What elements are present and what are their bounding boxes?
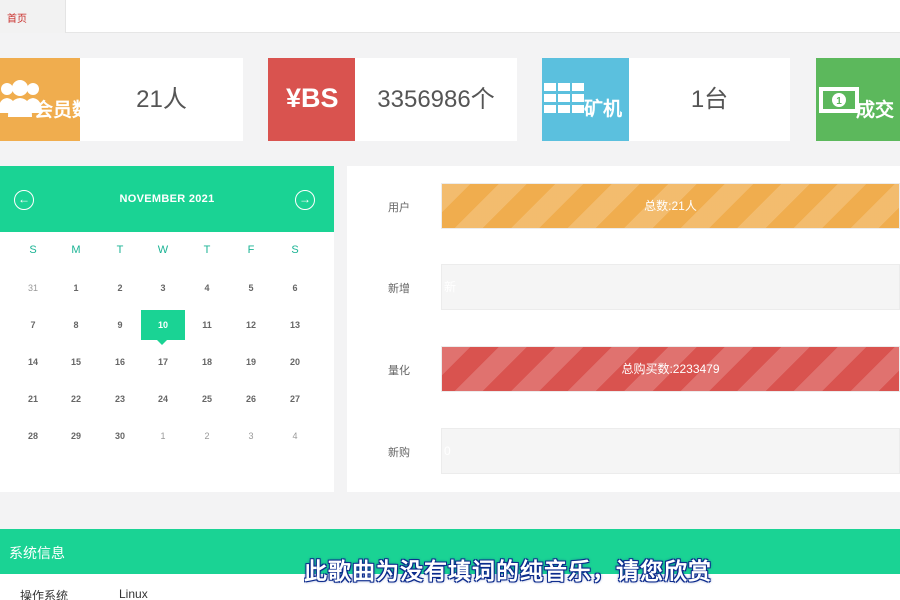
calendar-day[interactable]: 5: [229, 273, 273, 303]
calendar-weekday-label: S: [291, 244, 299, 256]
subtitle-overlay: 此歌曲为没有填词的纯音乐，请您欣赏: [304, 558, 712, 584]
stat-deals-label: 成交: [856, 100, 895, 121]
stat-members-icon-box: 会员数: [0, 58, 80, 141]
calendar-day[interactable]: 1: [54, 273, 98, 303]
calendar-weekday-label: F: [247, 244, 255, 256]
calendar-day[interactable]: 18: [185, 347, 229, 377]
calendar-day[interactable]: 11: [185, 310, 229, 340]
stat-deals-icon-box: 1 成交: [816, 58, 900, 141]
progress-label: 量化: [388, 365, 410, 377]
progress-bar: 新: [441, 264, 900, 310]
calendar-day[interactable]: 4: [185, 273, 229, 303]
stat-card-miners: 矿机 1台: [542, 58, 790, 141]
progress-label: 新购: [388, 447, 410, 459]
calendar-weekday-label: T: [116, 244, 124, 256]
calendar-weekday-label: S: [29, 244, 37, 256]
progress-bar-fill: 总购买数:2233479: [442, 347, 899, 391]
calendar-weekday-label: T: [203, 244, 211, 256]
calendar-day[interactable]: 7: [11, 310, 55, 340]
system-info-key: 操作系统: [20, 589, 69, 600]
calendar-day[interactable]: 3: [229, 421, 273, 451]
calendar-day[interactable]: 2: [98, 273, 142, 303]
calendar-day[interactable]: 21: [11, 384, 55, 414]
stat-card-deals: 1 成交: [816, 58, 900, 141]
progress-bar: 总数:21人: [441, 183, 900, 229]
calendar-day[interactable]: 6: [273, 273, 317, 303]
progress-bar-text: 0: [444, 444, 451, 458]
calendar-day[interactable]: 27: [273, 384, 317, 414]
stat-members-label: 会员数: [34, 100, 80, 121]
tab-home[interactable]: 首页: [0, 0, 66, 33]
progress-label: 新增: [388, 283, 410, 295]
stat-miners-icon-box: 矿机: [542, 58, 629, 141]
progress-label: 用户: [388, 202, 410, 214]
system-info-value: Linux: [119, 587, 148, 600]
calendar-day[interactable]: 30: [98, 421, 142, 451]
yen-bs-icon: ¥BS: [286, 83, 339, 113]
calendar-day[interactable]: 17: [141, 347, 185, 377]
calendar-next-button[interactable]: →: [295, 190, 315, 210]
svg-text:1: 1: [836, 96, 842, 107]
calendar-month-title: NOVEMBER 2021: [119, 193, 215, 205]
top-tab-bar: 首页: [0, 0, 900, 33]
calendar-day[interactable]: 29: [54, 421, 98, 451]
stat-miners-label: 矿机: [584, 99, 623, 120]
money-icon: 1: [819, 87, 859, 113]
calendar-day[interactable]: 13: [273, 310, 317, 340]
progress-bar: 0: [441, 428, 900, 474]
stat-members-value: 21人: [136, 86, 187, 113]
calendar-day[interactable]: 22: [54, 384, 98, 414]
calendar-day[interactable]: 23: [98, 384, 142, 414]
calendar-header: ← NOVEMBER 2021 →: [0, 166, 334, 232]
calendar-day[interactable]: 8: [54, 310, 98, 340]
calendar-day[interactable]: 16: [98, 347, 142, 377]
stat-card-bs: ¥BS 3356986个: [268, 58, 517, 141]
progress-bar: 总购买数:2233479: [441, 346, 900, 392]
calendar-day-today[interactable]: 10: [141, 310, 185, 345]
calendar-day[interactable]: 3: [141, 273, 185, 303]
progress-bar-text: 新: [444, 280, 457, 294]
calendar-day[interactable]: 14: [11, 347, 55, 377]
calendar-day[interactable]: 28: [11, 421, 55, 451]
grid-icon: [544, 83, 584, 113]
calendar-day[interactable]: 9: [98, 310, 142, 340]
calendar-day[interactable]: 20: [273, 347, 317, 377]
calendar-day[interactable]: 12: [229, 310, 273, 340]
stat-bs-value: 3356986个: [377, 86, 495, 113]
stat-miners-value: 1台: [690, 86, 729, 113]
calendar-day[interactable]: 31: [11, 273, 55, 303]
calendar-weekday-label: W: [157, 244, 169, 256]
stat-bs-icon-box: ¥BS: [268, 58, 355, 141]
stats-progress-panel: 用户 总数:21人新增 新量化 总购买数:2233479 新购 0: [347, 166, 900, 492]
calendar-day[interactable]: 2: [185, 421, 229, 451]
calendar-weekday-label: M: [71, 244, 81, 256]
calendar-day[interactable]: 24: [141, 384, 185, 414]
calendar-day[interactable]: 4: [273, 421, 317, 451]
progress-bar-fill: 总数:21人: [442, 184, 899, 228]
stat-card-members: 会员数 21人: [0, 58, 243, 141]
calendar-day[interactable]: 26: [229, 384, 273, 414]
calendar-day[interactable]: 25: [185, 384, 229, 414]
calendar-day[interactable]: 15: [54, 347, 98, 377]
calendar-day[interactable]: 1: [141, 421, 185, 451]
calendar-day[interactable]: 19: [229, 347, 273, 377]
